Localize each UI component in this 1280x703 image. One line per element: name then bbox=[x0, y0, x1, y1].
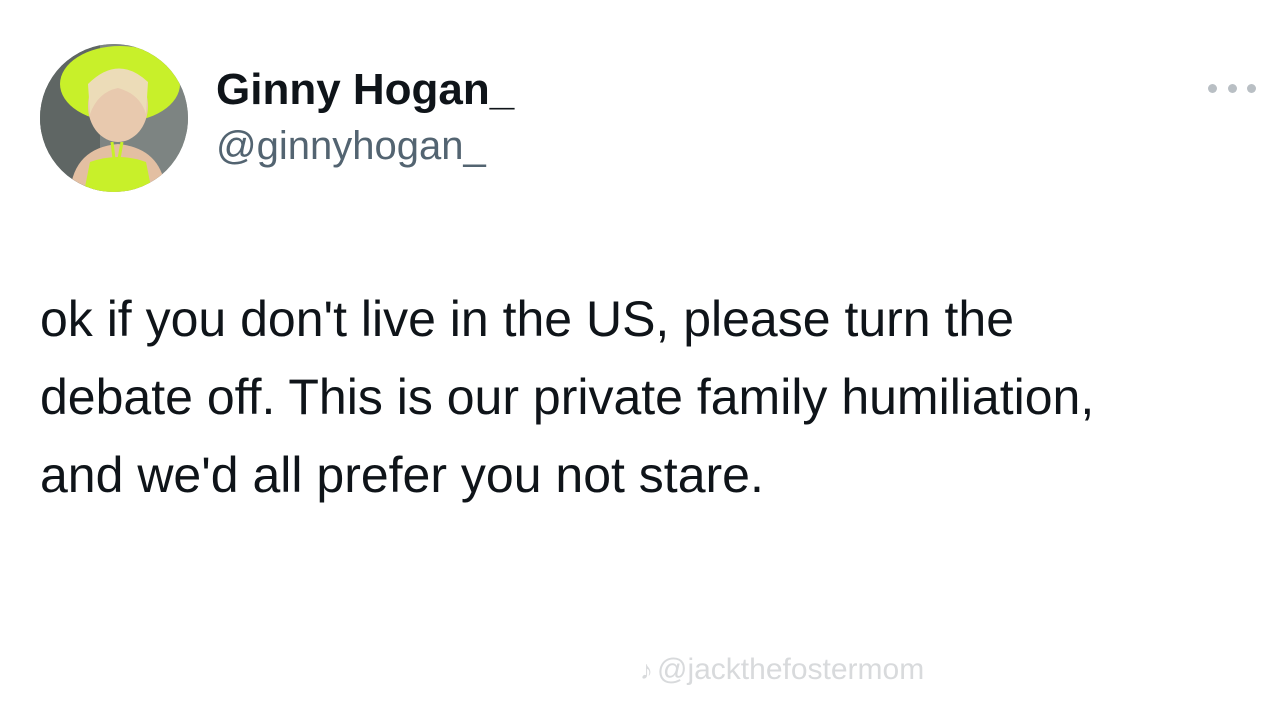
ellipsis-icon[interactable] bbox=[1208, 78, 1256, 98]
author-block: Ginny Hogan_ @ginnyhogan_ bbox=[216, 64, 514, 170]
ellipsis-dot bbox=[1247, 83, 1256, 93]
tweet-text: ok if you don't live in the US, please t… bbox=[40, 291, 1095, 503]
author-avatar[interactable] bbox=[40, 44, 188, 192]
watermark-text: @jackthefostermom bbox=[657, 653, 925, 686]
author-handle[interactable]: @ginnyhogan_ bbox=[216, 122, 514, 170]
tweet-card: Ginny Hogan_ @ginnyhogan_ ok if you don'… bbox=[0, 0, 1280, 703]
ellipsis-dot bbox=[1208, 83, 1217, 93]
avatar-photo bbox=[40, 44, 188, 192]
ellipsis-dot bbox=[1227, 83, 1237, 93]
author-display-name[interactable]: Ginny Hogan_ bbox=[216, 64, 514, 116]
watermark: ♪ @jackthefostermom bbox=[640, 652, 924, 688]
tiktok-icon: ♪ bbox=[640, 655, 653, 685]
